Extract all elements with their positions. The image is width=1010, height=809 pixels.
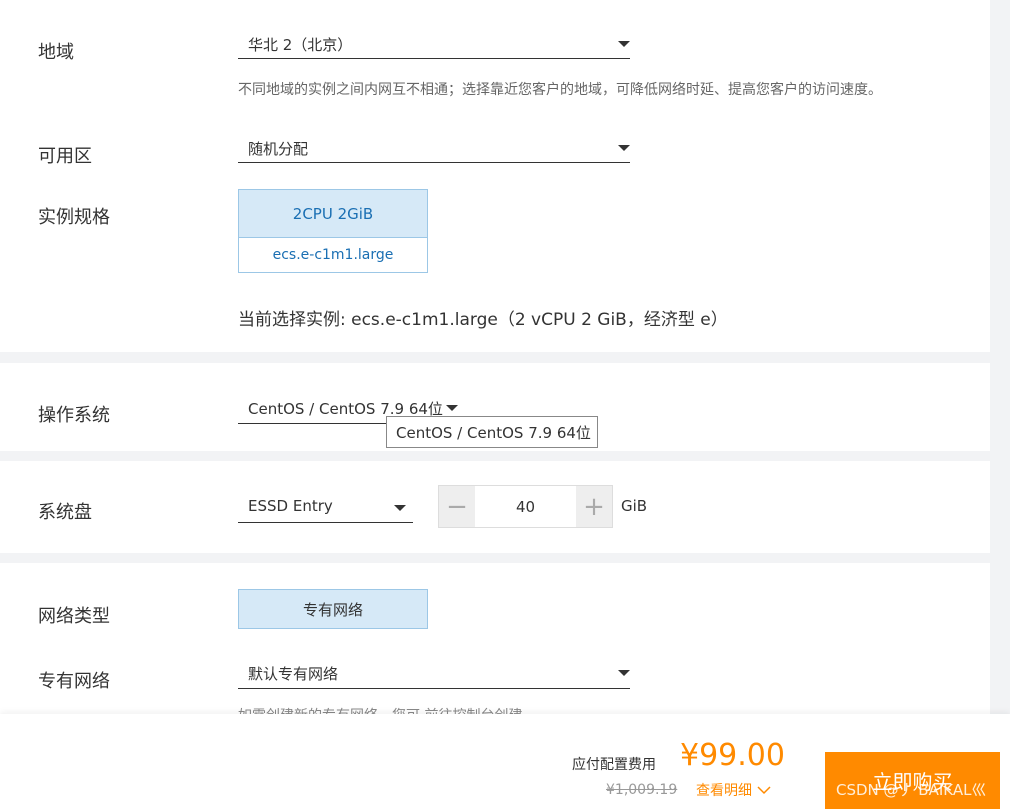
- network-panel: [0, 563, 990, 723]
- os-label: 操作系统: [38, 405, 110, 426]
- price: ¥99.00: [680, 738, 785, 773]
- plus-button[interactable]: +: [576, 486, 612, 527]
- disk-type-value: ESSD Entry: [248, 497, 333, 515]
- vpc-select[interactable]: 默认专有网络: [238, 655, 630, 689]
- region-select[interactable]: 华北 2（北京）: [238, 26, 630, 59]
- instance-spec-card-size: 2CPU 2GiB: [239, 190, 427, 238]
- vpc-value: 默认专有网络: [248, 665, 339, 683]
- chevron-down-icon: [618, 41, 630, 47]
- vpc-label: 专有网络: [38, 671, 110, 692]
- instance-spec-card[interactable]: 2CPU 2GiB ecs.e-c1m1.large: [238, 189, 428, 273]
- fee-label: 应付配置费用: [572, 757, 656, 773]
- chevron-down-icon: [757, 786, 771, 795]
- zone-label: 可用区: [38, 146, 92, 167]
- region-value: 华北 2（北京）: [248, 36, 353, 54]
- network-type-vpc-button[interactable]: 专有网络: [238, 589, 428, 629]
- region-label: 地域: [38, 42, 74, 63]
- network-type-label: 网络类型: [38, 606, 110, 627]
- disk-type-select[interactable]: ESSD Entry: [238, 489, 413, 523]
- region-hint: 不同地域的实例之间内网互不相通；选择靠近您客户的地域，可降低网络时延、提高您客户…: [238, 82, 882, 98]
- instance-spec-card-type: ecs.e-c1m1.large: [272, 247, 394, 263]
- zone-select[interactable]: 随机分配: [238, 130, 630, 163]
- disk-size-input[interactable]: 40: [475, 486, 576, 527]
- watermark: CSDN @丿 BAIKAL巛: [836, 781, 987, 799]
- minus-button[interactable]: −: [439, 486, 475, 527]
- instance-spec-label: 实例规格: [38, 207, 110, 228]
- chevron-down-icon: [618, 670, 630, 676]
- current-instance-text: 当前选择实例: ecs.e-c1m1.large（2 vCPU 2 GiB，经济…: [238, 310, 728, 330]
- disk-size-stepper: − 40 +: [438, 485, 613, 528]
- chevron-down-icon: [394, 505, 406, 511]
- details-link[interactable]: 查看明细: [696, 780, 772, 800]
- chevron-down-icon: [618, 145, 630, 151]
- scroll-gutter: [990, 0, 1010, 809]
- system-disk-label: 系统盘: [38, 502, 92, 523]
- os-tooltip: CentOS / CentOS 7.9 64位: [386, 416, 598, 448]
- chevron-down-icon: [446, 405, 458, 411]
- disk-unit: GiB: [621, 497, 648, 515]
- original-price: ¥1,009.19: [606, 782, 678, 798]
- zone-value: 随机分配: [248, 140, 309, 158]
- details-link-label: 查看明细: [696, 783, 752, 799]
